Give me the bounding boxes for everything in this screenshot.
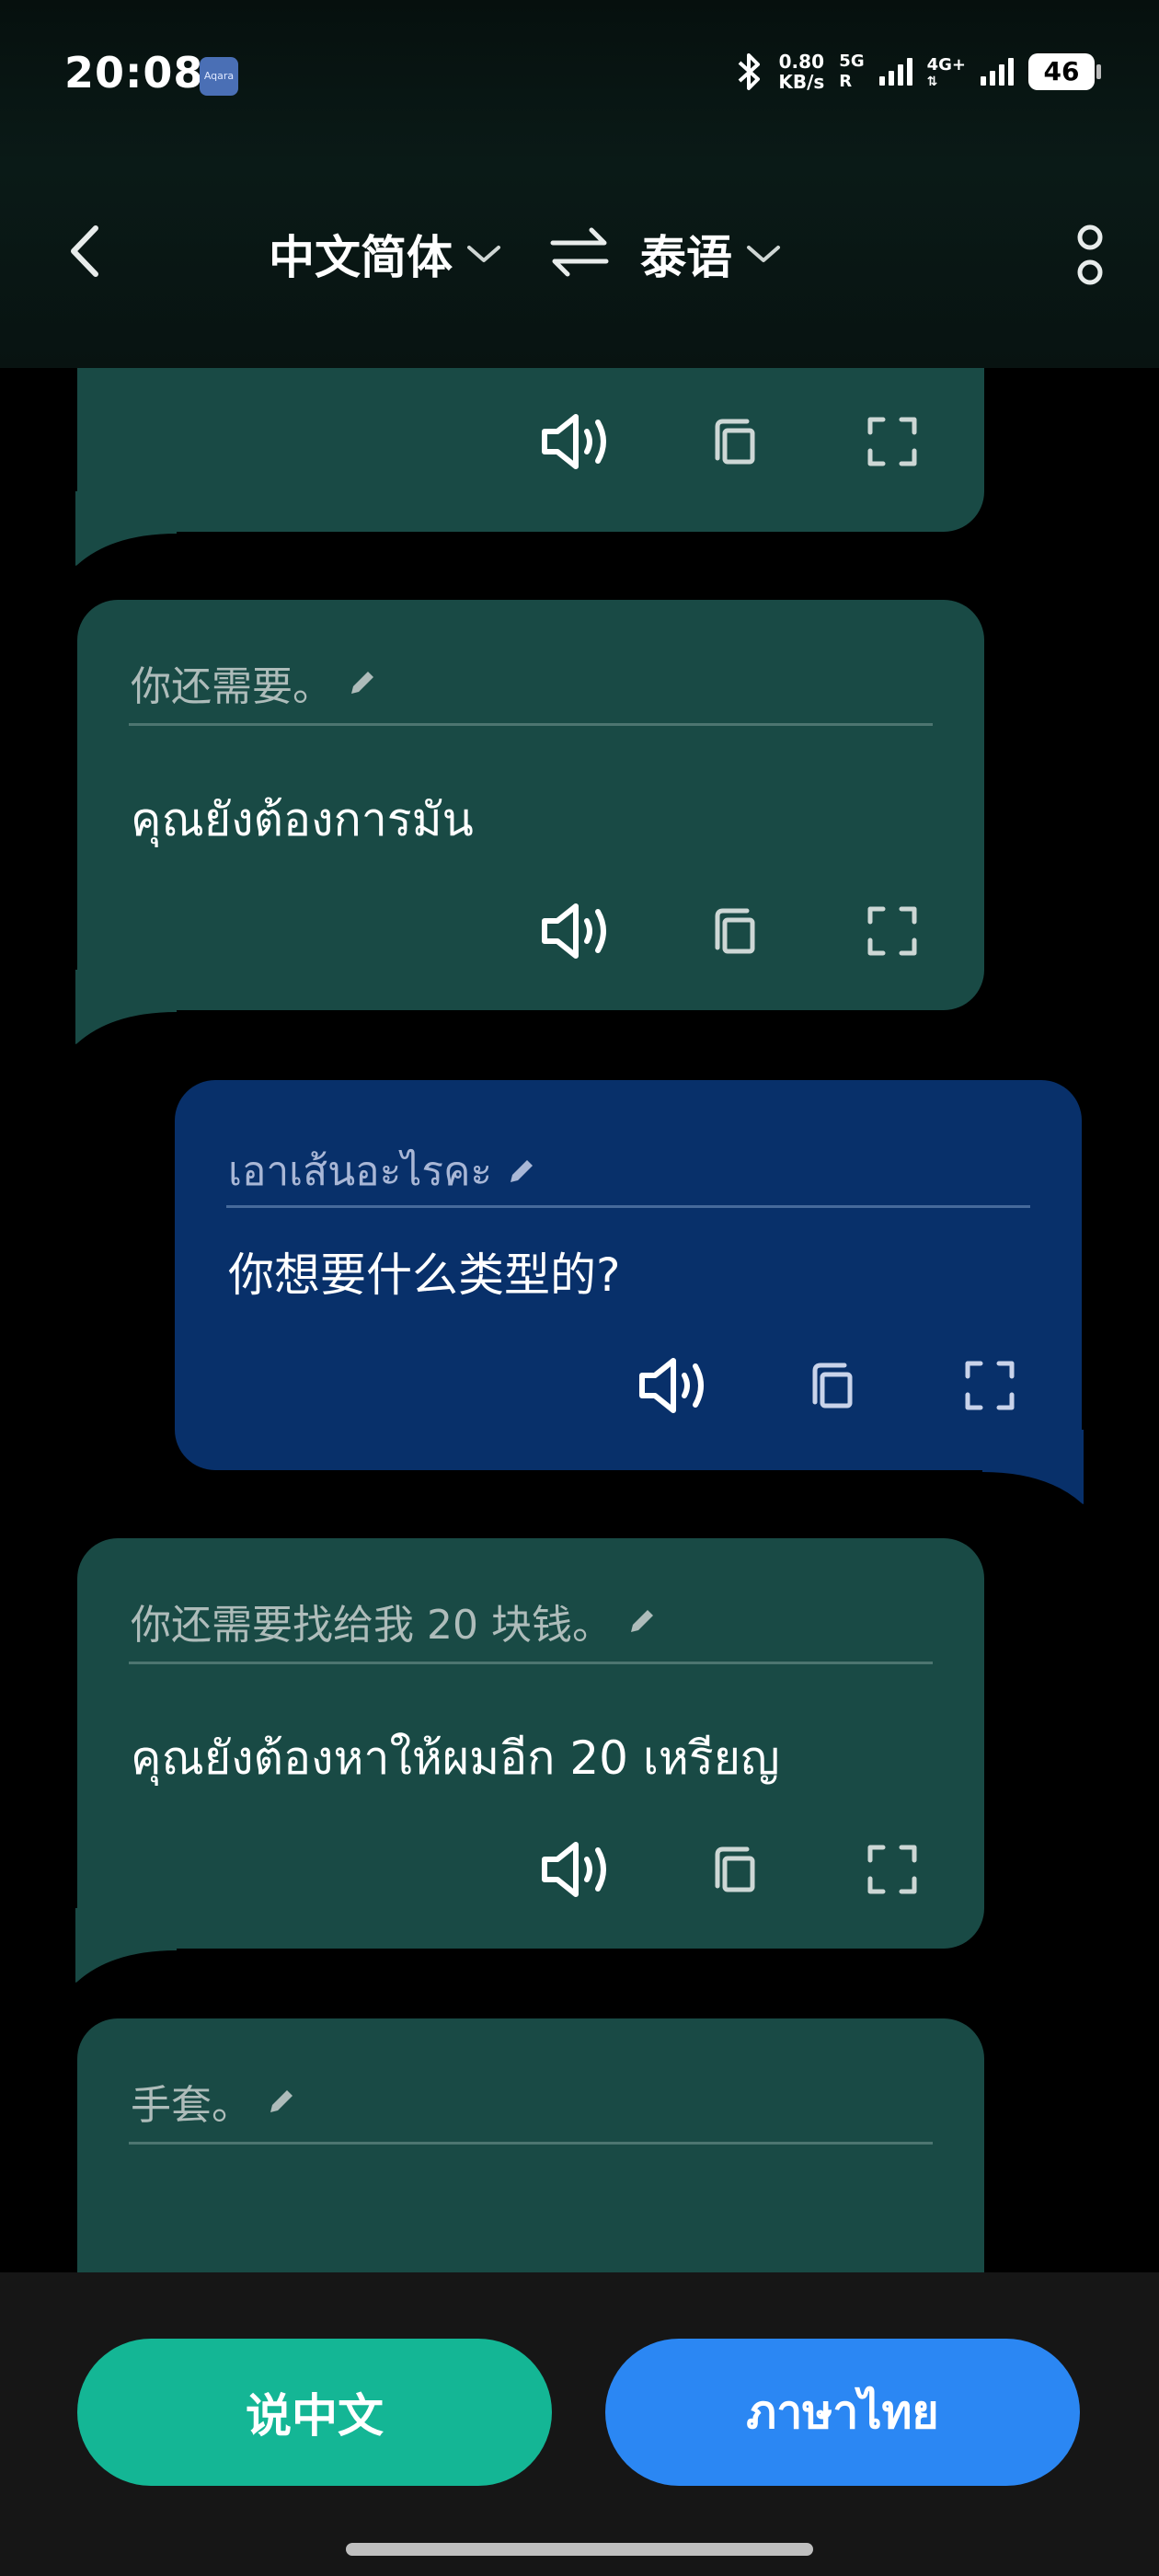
translator-header: 中文简体 泰语 (0, 202, 1159, 304)
bubble-actions (539, 894, 929, 968)
source-text-value: 你还需要找给我 20 块钱。 (131, 1602, 613, 1649)
source-text-value: เอาเส้นอะไรคะ (228, 1148, 493, 1195)
fullscreen-icon[interactable] (855, 405, 929, 478)
speak-chinese-button[interactable]: 说中文 (77, 2339, 552, 2486)
bubble-actions (539, 1833, 929, 1906)
sim1-label: 5G (839, 52, 865, 71)
edit-pencil-icon[interactable] (265, 2085, 298, 2118)
back-arrow-icon[interactable] (55, 219, 120, 283)
divider (129, 2142, 933, 2145)
target-language-selector[interactable]: 泰语 (640, 221, 782, 287)
speaker-icon[interactable] (539, 1833, 613, 1906)
fullscreen-icon[interactable] (855, 894, 929, 968)
bluetooth-icon (739, 53, 761, 90)
source-text-value: 你还需要。 (131, 663, 333, 710)
message-bubble-left: 你还需要。 คุณยังต้องการมัน (75, 600, 984, 1044)
chevron-down-icon (467, 246, 500, 262)
source-text[interactable]: 手套。 (131, 2072, 298, 2131)
bubble-tail (982, 1430, 1084, 1504)
signal-bars-icon (878, 58, 912, 86)
target-language-label: 泰语 (640, 231, 732, 284)
top-bar: 20:08 Aqara 0.80 KB/s 5G R 4G+ ⇅ 46 中文简体… (0, 0, 1159, 368)
edit-pencil-icon[interactable] (625, 1604, 659, 1638)
message-bubble-left (75, 368, 984, 566)
network-speed: 0.80 KB/s (778, 52, 824, 92)
battery-indicator: 46 (1028, 53, 1101, 90)
copy-icon[interactable] (697, 1833, 771, 1906)
sim2-indicator: 4G+ ⇅ (927, 55, 966, 88)
status-time: 20:08 (64, 48, 204, 98)
divider (129, 723, 933, 726)
source-text[interactable]: 你还需要找给我 20 块钱。 (131, 1592, 659, 1650)
chevron-down-icon (747, 246, 780, 262)
conversation-list[interactable]: 你还需要。 คุณยังต้องการมัน เอาเส้นอะไรคะ 你想要… (0, 368, 1159, 2272)
speaker-icon[interactable] (539, 894, 613, 968)
source-text[interactable]: 你还需要。 (131, 653, 379, 712)
copy-icon[interactable] (795, 1349, 868, 1422)
signal-bars-icon-2 (981, 58, 1014, 86)
bubble-tail (75, 491, 177, 566)
speaker-icon[interactable] (637, 1349, 710, 1422)
edit-pencil-icon[interactable] (346, 666, 379, 699)
bubble-tail (75, 1908, 177, 1983)
bubble-tail (75, 970, 177, 1044)
divider (226, 1205, 1030, 1208)
speak-thai-button[interactable]: ภาษาไทย (605, 2339, 1080, 2486)
system-indicators: 0.80 KB/s 5G R 4G+ ⇅ 46 (734, 52, 1101, 92)
source-language-selector[interactable]: 中文简体 (269, 221, 502, 287)
data-arrows-icon: ⇅ (926, 75, 938, 89)
status-bar: 20:08 Aqara 0.80 KB/s 5G R 4G+ ⇅ 46 (0, 0, 1159, 156)
swap-languages-icon[interactable] (547, 224, 612, 280)
source-text[interactable]: เอาเส้นอะไรคะ (228, 1139, 538, 1203)
translated-text[interactable]: 你想要什么类型的? (228, 1238, 621, 1305)
copy-icon[interactable] (697, 405, 771, 478)
sim1-roaming: R (839, 72, 853, 91)
source-language-label: 中文简体 (269, 231, 453, 284)
more-options-icon[interactable] (1067, 219, 1113, 293)
fullscreen-icon[interactable] (953, 1349, 1027, 1422)
speaker-icon[interactable] (539, 405, 613, 478)
divider (129, 1662, 933, 1664)
message-bubble-right: เอาเส้นอะไรคะ 你想要什么类型的? (175, 1080, 1084, 1504)
translated-text[interactable]: คุณยังต้องหาให้ผมอีก 20 เหรียญ (131, 1722, 780, 1795)
home-indicator[interactable] (346, 2543, 813, 2556)
fullscreen-icon[interactable] (855, 1833, 929, 1906)
message-bubble-left: 手套。 (77, 2018, 984, 2272)
bottom-bar: 说中文 ภาษาไทย (0, 2272, 1159, 2576)
bubble-actions (637, 1349, 1027, 1422)
translated-text[interactable]: คุณยังต้องการมัน (131, 784, 474, 857)
network-speed-value: 0.80 (778, 51, 824, 73)
edit-pencil-icon[interactable] (505, 1155, 538, 1188)
bubble-actions (539, 405, 929, 478)
sim1-indicator: 5G R (839, 52, 864, 92)
sim2-label: 4G+ (926, 55, 966, 75)
source-text-value: 手套。 (131, 2082, 252, 2129)
copy-icon[interactable] (697, 894, 771, 968)
aqara-app-icon: Aqara (200, 57, 238, 96)
network-speed-unit: KB/s (778, 71, 825, 93)
message-bubble-left: 你还需要找给我 20 块钱。 คุณยังต้องหาให้ผมอีก 20 เ… (75, 1538, 984, 1983)
